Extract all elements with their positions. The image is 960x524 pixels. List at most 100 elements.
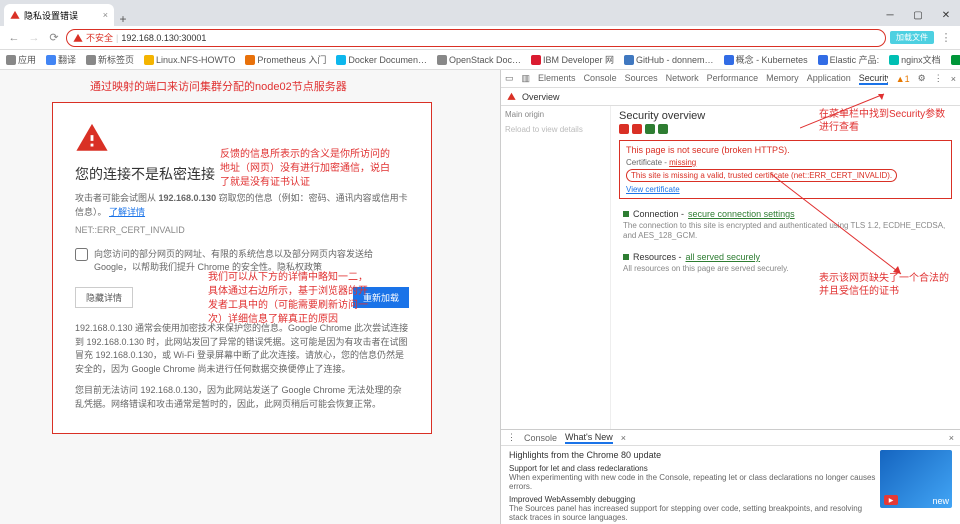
bookmark-item[interactable]: Prometheus 入门 xyxy=(245,53,326,66)
youtube-icon: ▶ xyxy=(884,495,898,505)
close-button[interactable]: ✕ xyxy=(932,4,960,26)
inspect-icon[interactable]: ▭ xyxy=(505,73,514,84)
security-subtabs: Overview xyxy=(501,88,960,106)
annotation-top: 通过映射的端口来访问集群分配的node02节点服务器 xyxy=(90,78,347,94)
report-checkbox[interactable] xyxy=(75,248,88,261)
bookmark-icon xyxy=(724,55,734,65)
bookmark-item[interactable]: Linux.NFS-HOWTO xyxy=(144,55,235,65)
alert-icon xyxy=(73,33,83,43)
learn-more-link[interactable]: 了解详情 xyxy=(109,207,145,217)
main-origin-label: Main origin xyxy=(505,110,606,119)
bookmark-label: IBM Developer 网 xyxy=(543,53,614,66)
back-button[interactable]: ← xyxy=(6,30,22,46)
bookmark-label: 新标签页 xyxy=(98,53,134,66)
browser-tab[interactable]: 隐私设置错误 × xyxy=(4,4,114,26)
close-drawer-icon[interactable]: × xyxy=(949,433,954,443)
error-code: NET::ERR_CERT_INVALID xyxy=(75,225,409,235)
bookmark-item[interactable]: nginx文档 xyxy=(889,53,941,66)
close-devtools-icon[interactable]: × xyxy=(951,74,956,84)
bookmark-item[interactable]: GitHub - donnem… xyxy=(624,55,714,65)
bookmark-label: Elastic 产品: xyxy=(830,53,880,66)
extension-badge[interactable]: 加载文件 xyxy=(890,31,934,44)
promo-thumbnail[interactable]: ▶ new xyxy=(880,450,952,508)
devtools-tab-memory[interactable]: Memory xyxy=(766,73,799,85)
arrow-icon xyxy=(800,90,890,130)
reload-button[interactable]: ⟳ xyxy=(46,30,62,46)
close-tab-icon[interactable]: × xyxy=(103,10,108,20)
annotation-right: 反馈的信息所表示的含义是你所访问的地址（网页）没有进行加密通信，说白了就是没有证… xyxy=(220,148,390,190)
device-icon[interactable]: ▥ xyxy=(522,73,531,84)
menu-button[interactable]: ⋮ xyxy=(938,30,954,46)
details-paragraph-2: 您目前无法访问 192.168.0.130，因为此网站发送了 Google Ch… xyxy=(75,384,409,411)
drawer-whatsnew-tab[interactable]: What's New xyxy=(565,432,613,444)
cert-missing-link[interactable]: missing xyxy=(669,158,696,167)
highlights-title: Highlights from the Chrome 80 update xyxy=(509,450,880,460)
bookmark-icon xyxy=(46,55,56,65)
details-paragraph-1: 192.168.0.130 通常会使用加密技术来保护您的信息。Google Ch… xyxy=(75,322,409,376)
bookmarks-bar: 应用 翻译 新标签页 Linux.NFS-HOWTO Prometheus 入门 Dock… xyxy=(0,50,960,70)
bookmark-item[interactable]: 概念 - Kubernetes xyxy=(724,53,808,66)
bookmark-icon xyxy=(245,55,255,65)
bookmark-label: Docker Documen… xyxy=(348,55,427,65)
devtools-tab-performance[interactable]: Performance xyxy=(707,73,759,85)
new-label: new xyxy=(932,496,949,506)
bookmark-item[interactable]: OpenStack Doc… xyxy=(437,55,521,65)
highlight-1-desc: When experimenting with new code in the … xyxy=(509,473,880,491)
resources-link[interactable]: all served securely xyxy=(686,252,761,262)
security-sidebar: Main origin Reload to view details xyxy=(501,106,611,429)
bookmark-item[interactable]: 应用 xyxy=(6,53,36,66)
bookmark-icon xyxy=(531,55,541,65)
bookmark-icon xyxy=(86,55,96,65)
warnings-count[interactable]: ▲1 xyxy=(896,74,910,84)
url-bar: ← → ⟳ 不安全 | 192.168.0.130:30001 加载文件 ⋮ xyxy=(0,26,960,50)
overview-tab[interactable]: Overview xyxy=(522,92,560,102)
maximize-button[interactable]: ▢ xyxy=(904,4,932,26)
settings-icon[interactable]: ⚙ xyxy=(918,73,926,84)
bookmark-icon xyxy=(336,55,346,65)
bookmark-label: 概念 - Kubernetes xyxy=(736,53,808,66)
devtools-tab-network[interactable]: Network xyxy=(666,73,699,85)
details-button[interactable]: 隐藏详情 xyxy=(75,287,133,308)
devtools-tab-sources[interactable]: Sources xyxy=(625,73,658,85)
forward-button[interactable]: → xyxy=(26,30,42,46)
drawer-dot-icon[interactable]: ⋮ xyxy=(507,432,516,443)
new-tab-button[interactable]: + xyxy=(114,12,132,26)
bookmark-icon xyxy=(624,55,634,65)
bookmark-label: 应用 xyxy=(18,53,36,66)
bookmark-item[interactable]: 翻译 xyxy=(46,53,76,66)
bookmark-label: nginx文档 xyxy=(901,53,941,66)
arrow-icon xyxy=(771,174,911,284)
bookmark-item[interactable]: IBM Developer 网 xyxy=(531,53,614,66)
bookmark-item[interactable]: SuseBasic xyxy=(951,55,960,65)
bookmark-icon xyxy=(144,55,154,65)
bookmark-item[interactable]: Docker Documen… xyxy=(336,55,427,65)
devtools-tabs: ▭ ▥ Elements Console Sources Network Perform… xyxy=(501,70,960,88)
tab-title: 隐私设置错误 xyxy=(24,9,78,22)
devtools-tab-elements[interactable]: Elements xyxy=(538,73,576,85)
more-icon[interactable]: ⋮ xyxy=(934,73,943,84)
highlight-2-desc: The Sources panel has increased support … xyxy=(509,504,880,522)
devtools-tab-console[interactable]: Console xyxy=(584,73,617,85)
drawer-console-tab[interactable]: Console xyxy=(524,433,557,443)
bookmark-icon xyxy=(889,55,899,65)
warning-subtitle: 攻击者可能会试图从 192.168.0.130 窃取您的信息（例如：密码、通讯内… xyxy=(75,192,409,219)
url-text: 192.168.0.130:30001 xyxy=(121,33,206,43)
devtools-tab-security[interactable]: Security xyxy=(859,73,888,85)
bookmark-item[interactable]: Elastic 产品: xyxy=(818,53,880,66)
minimize-button[interactable]: ─ xyxy=(876,4,904,26)
warning-icon xyxy=(10,10,20,20)
devtools-tab-application[interactable]: Application xyxy=(807,73,851,85)
bookmark-label: GitHub - donnem… xyxy=(636,55,714,65)
bookmark-item[interactable]: 新标签页 xyxy=(86,53,134,66)
alert-icon xyxy=(507,92,516,101)
close-drawer-tab-icon[interactable]: × xyxy=(621,433,626,443)
report-text: 向您访问的部分网页的网址、有限的系统信息以及部分网页内容发送给 Google，以… xyxy=(94,247,409,273)
address-bar[interactable]: 不安全 | 192.168.0.130:30001 xyxy=(66,29,886,47)
bookmark-label: 翻译 xyxy=(58,53,76,66)
devtools-drawer: ⋮ Console What's New × × Highlights from… xyxy=(501,429,960,524)
bookmark-label: OpenStack Doc… xyxy=(449,55,521,65)
security-status: 不安全 xyxy=(86,31,113,44)
bookmark-label: Prometheus 入门 xyxy=(257,53,326,66)
titlebar: 隐私设置错误 × + ─ ▢ ✕ xyxy=(0,0,960,26)
reload-hint: Reload to view details xyxy=(505,125,606,134)
